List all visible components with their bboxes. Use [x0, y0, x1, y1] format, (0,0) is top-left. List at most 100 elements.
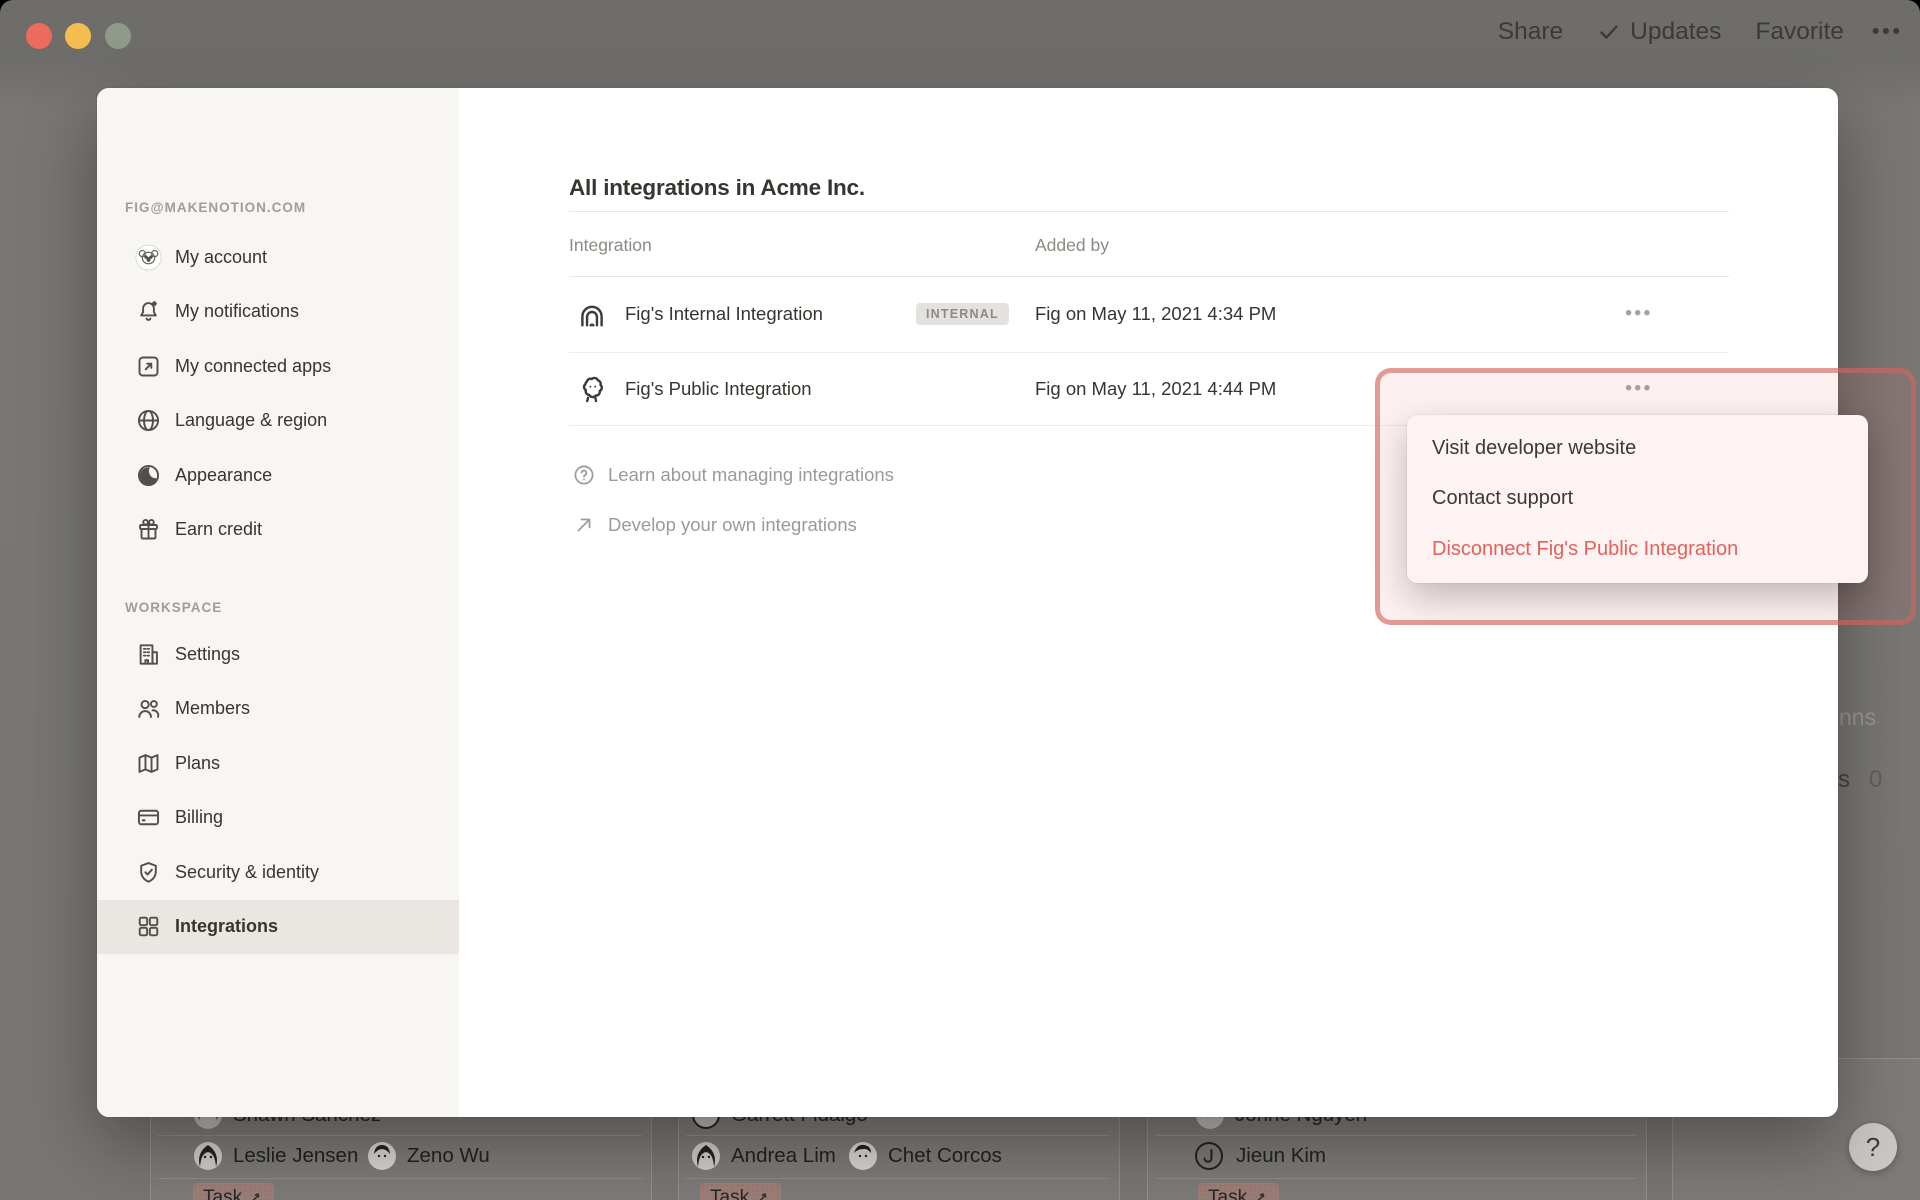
sidebar-item-label: Members: [175, 698, 250, 719]
window-more-button[interactable]: •••: [1872, 20, 1903, 44]
sidebar-item-earn-credit[interactable]: Earn credit: [97, 503, 459, 558]
divider: [569, 211, 1729, 212]
task-tag-label: Task: [203, 1187, 242, 1200]
row-more-button[interactable]: •••: [1609, 303, 1669, 325]
learn-managing-integrations-link[interactable]: Learn about managing integrations: [572, 463, 894, 487]
koala-avatar-icon: [134, 243, 162, 271]
sidebar-item-appearance[interactable]: Appearance: [97, 448, 459, 503]
page-topbar: Share Updates Favorite •••: [1498, 18, 1903, 46]
help-circle-icon: [572, 463, 596, 487]
added-by-value: Fig on May 11, 2021 4:44 PM: [1035, 378, 1276, 400]
sidebar-item-label: My connected apps: [175, 356, 331, 377]
member-name: Chet Corcos: [888, 1144, 1002, 1168]
sidebar-item-label: My account: [175, 247, 267, 268]
grid-icon: [134, 913, 162, 941]
menu-item-contact-support[interactable]: Contact support: [1407, 474, 1868, 525]
menu-item-visit-developer-website[interactable]: Visit developer website: [1407, 423, 1868, 474]
zoom-window-button[interactable]: [105, 23, 131, 49]
sidebar-item-integrations[interactable]: Integrations: [97, 900, 459, 955]
workspace-section-label: WORKSPACE: [125, 600, 222, 615]
task-tag: Task: [700, 1183, 781, 1200]
board-member-row: Andrea Lim: [691, 1141, 836, 1171]
avatar: [848, 1141, 878, 1171]
added-by-value: Fig on May 11, 2021 4:34 PM: [1035, 303, 1276, 325]
menu-item-disconnect-integration[interactable]: Disconnect Fig's Public Integration: [1407, 524, 1868, 575]
sidebar-item-my-notifications[interactable]: My notifications: [97, 285, 459, 340]
sidebar-item-label: Billing: [175, 807, 223, 828]
workspace-settings-list: Settings Members Plans: [97, 627, 459, 954]
sidebar-item-label: Earn credit: [175, 519, 262, 540]
updates-check-icon: [1597, 20, 1621, 44]
arch-doodle-icon: [576, 298, 608, 330]
moon-icon: [134, 461, 162, 489]
minimize-window-button[interactable]: [65, 23, 91, 49]
account-email-label: FIG@MAKENOTION.COM: [125, 200, 306, 215]
avatar-letter-j: [1194, 1141, 1224, 1171]
updates-button[interactable]: Updates: [1630, 18, 1721, 46]
sheep-doodle-icon: [576, 373, 608, 405]
member-name: Leslie Jensen: [233, 1144, 358, 1168]
avatar: [691, 1141, 721, 1171]
member-name: Zeno Wu: [407, 1144, 490, 1168]
integration-context-menu: Visit developer website Contact support …: [1407, 415, 1868, 583]
account-settings-list: My account My notifications My connected…: [97, 230, 459, 557]
sidebar-item-label: Appearance: [175, 465, 272, 486]
notion-window: Share Updates Favorite ••• Shawn Sanchez…: [0, 0, 1920, 1200]
column-header-integration: Integration: [569, 235, 652, 256]
shield-check-icon: [134, 858, 162, 886]
sidebar-item-billing[interactable]: Billing: [97, 791, 459, 846]
task-tag: Task: [193, 1183, 274, 1200]
clipped-text-fragment: nns: [1839, 704, 1876, 731]
board-member-row: Jieun Kim: [1194, 1141, 1326, 1171]
close-window-button[interactable]: [26, 23, 52, 49]
task-doodle-icon: [755, 1190, 771, 1200]
gift-icon: [134, 516, 162, 544]
sidebar-item-settings[interactable]: Settings: [97, 627, 459, 682]
credit-card-icon: [134, 804, 162, 832]
clipped-count-fragment: 0: [1869, 766, 1882, 794]
internal-badge: INTERNAL: [916, 303, 1009, 325]
task-tag-label: Task: [1208, 1187, 1247, 1200]
page-title: All integrations in Acme Inc.: [569, 175, 865, 201]
develop-integrations-link[interactable]: Develop your own integrations: [572, 513, 857, 537]
task-doodle-icon: [248, 1190, 264, 1200]
people-icon: [134, 695, 162, 723]
clipped-text-fragment: s: [1838, 766, 1850, 794]
avatar: [367, 1141, 397, 1171]
link-label: Learn about managing integrations: [608, 464, 894, 486]
favorite-button[interactable]: Favorite: [1755, 18, 1844, 46]
member-name: Andrea Lim: [731, 1144, 836, 1168]
avatar: [193, 1141, 223, 1171]
share-button[interactable]: Share: [1498, 18, 1563, 46]
sidebar-item-label: Integrations: [175, 916, 278, 937]
help-button[interactable]: ?: [1849, 1123, 1897, 1171]
integration-name: Fig's Internal Integration: [625, 303, 823, 325]
sidebar-item-my-connected-apps[interactable]: My connected apps: [97, 339, 459, 394]
building-icon: [134, 640, 162, 668]
task-tag-label: Task: [710, 1187, 749, 1200]
sidebar-item-label: Language & region: [175, 410, 327, 431]
sidebar-item-label: Plans: [175, 753, 220, 774]
sidebar-item-label: My notifications: [175, 301, 299, 322]
sidebar-item-plans[interactable]: Plans: [97, 736, 459, 791]
map-icon: [134, 749, 162, 777]
bell-icon: [134, 298, 162, 326]
column-header-added-by: Added by: [1035, 235, 1109, 256]
sidebar-item-members[interactable]: Members: [97, 682, 459, 737]
board-member-row: Chet Corcos: [848, 1141, 1002, 1171]
external-link-box-icon: [134, 352, 162, 380]
sidebar-item-label: Security & identity: [175, 862, 319, 883]
member-name: Jieun Kim: [1236, 1144, 1326, 1168]
integration-row-internal: Fig's Internal Integration INTERNAL Fig …: [569, 276, 1729, 353]
task-doodle-icon: [1253, 1190, 1269, 1200]
link-label: Develop your own integrations: [608, 514, 857, 536]
globe-icon: [134, 407, 162, 435]
integration-name: Fig's Public Integration: [625, 378, 812, 400]
sidebar-item-language-region[interactable]: Language & region: [97, 394, 459, 449]
sidebar-item-label: Settings: [175, 644, 240, 665]
task-tag: Task: [1198, 1183, 1279, 1200]
sidebar-item-security-identity[interactable]: Security & identity: [97, 845, 459, 900]
sidebar-item-my-account[interactable]: My account: [97, 230, 459, 285]
arrow-up-right-icon: [572, 513, 596, 537]
board-member-row: Zeno Wu: [367, 1141, 490, 1171]
